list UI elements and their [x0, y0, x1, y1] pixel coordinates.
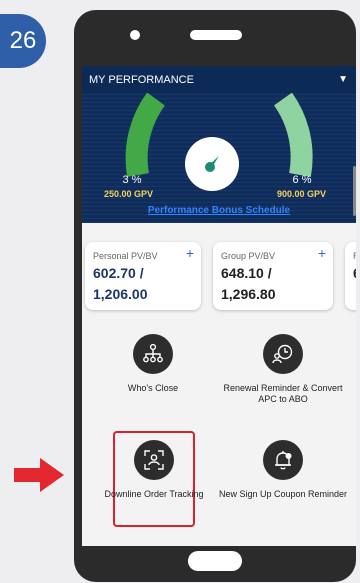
card-title: R [353, 251, 356, 261]
chevron-down-icon[interactable]: ▼ [338, 74, 348, 85]
action-label: Downline Order Tracking [104, 489, 204, 499]
personal-pv-card[interactable]: Personal PV/BV + 602.70 / 1,206.00 [85, 242, 201, 310]
action-label: Who's Close [127, 383, 179, 393]
app-screen: MY PERFORMANCE ▼ 3 % 250.00 GPV 6 % 900.… [82, 66, 356, 546]
gauge-needle-icon [185, 137, 239, 191]
org-chart-icon [133, 334, 173, 374]
phone-frame: MY PERFORMANCE ▼ 3 % 250.00 GPV 6 % 900.… [74, 10, 356, 582]
performance-panel: 3 % 250.00 GPV 6 % 900.00 GPV Performanc… [82, 93, 356, 223]
renewal-reminder-button[interactable]: Renewal Reminder & Convert APC to ABO [218, 334, 348, 405]
new-signup-coupon-reminder-button[interactable]: New Sign Up Coupon Reminder [218, 440, 348, 500]
add-icon[interactable]: + [318, 245, 326, 261]
card-value: 1,296.80 [221, 286, 276, 302]
whos-close-button[interactable]: Who's Close [88, 334, 218, 394]
performance-header[interactable]: MY PERFORMANCE ▼ [82, 66, 356, 93]
bell-icon [263, 440, 303, 480]
user-scan-icon [134, 440, 174, 480]
speaker-slot [190, 30, 242, 40]
add-icon[interactable]: + [186, 245, 194, 261]
downline-order-tracking-button[interactable]: Downline Order Tracking [89, 440, 219, 500]
group-pv-card[interactable]: Group PV/BV + 648.10 / 1,296.80 [213, 242, 333, 310]
gauge-arc-right [273, 93, 313, 177]
card-value: 6 [353, 264, 356, 282]
pointer-arrow-icon [14, 458, 64, 492]
camera-dot [130, 30, 140, 40]
action-label: New Sign Up Coupon Reminder [218, 489, 348, 499]
right-gpv: 900.00 GPV [277, 189, 327, 199]
third-pv-card[interactable]: R 6 [345, 242, 356, 310]
card-title: Group PV/BV [221, 251, 276, 261]
left-percent: 3 % [122, 174, 142, 186]
gauge-arc-left [125, 93, 166, 177]
card-value: 1,206.00 [93, 286, 148, 302]
pv-cards-strip[interactable]: Personal PV/BV + 602.70 / 1,206.00 Group… [82, 223, 356, 318]
performance-bonus-schedule-link[interactable]: Performance Bonus Schedule [82, 205, 356, 216]
left-gpv: 250.00 GPV [104, 189, 154, 199]
home-button[interactable] [188, 551, 242, 571]
quick-actions-grid: Who's Close Renewal Reminder & Convert A… [82, 318, 356, 546]
person-clock-icon [263, 334, 303, 374]
performance-title: MY PERFORMANCE [89, 73, 194, 86]
card-value: 648.10 / [221, 265, 272, 281]
step-number-badge: 26 [0, 14, 46, 68]
card-value: 602.70 / [93, 265, 144, 281]
right-percent: 6 % [292, 174, 312, 186]
action-label: Renewal Reminder & Convert APC to ABO [223, 383, 343, 404]
scrollbar[interactable] [353, 166, 356, 216]
card-title: Personal PV/BV [93, 251, 158, 261]
